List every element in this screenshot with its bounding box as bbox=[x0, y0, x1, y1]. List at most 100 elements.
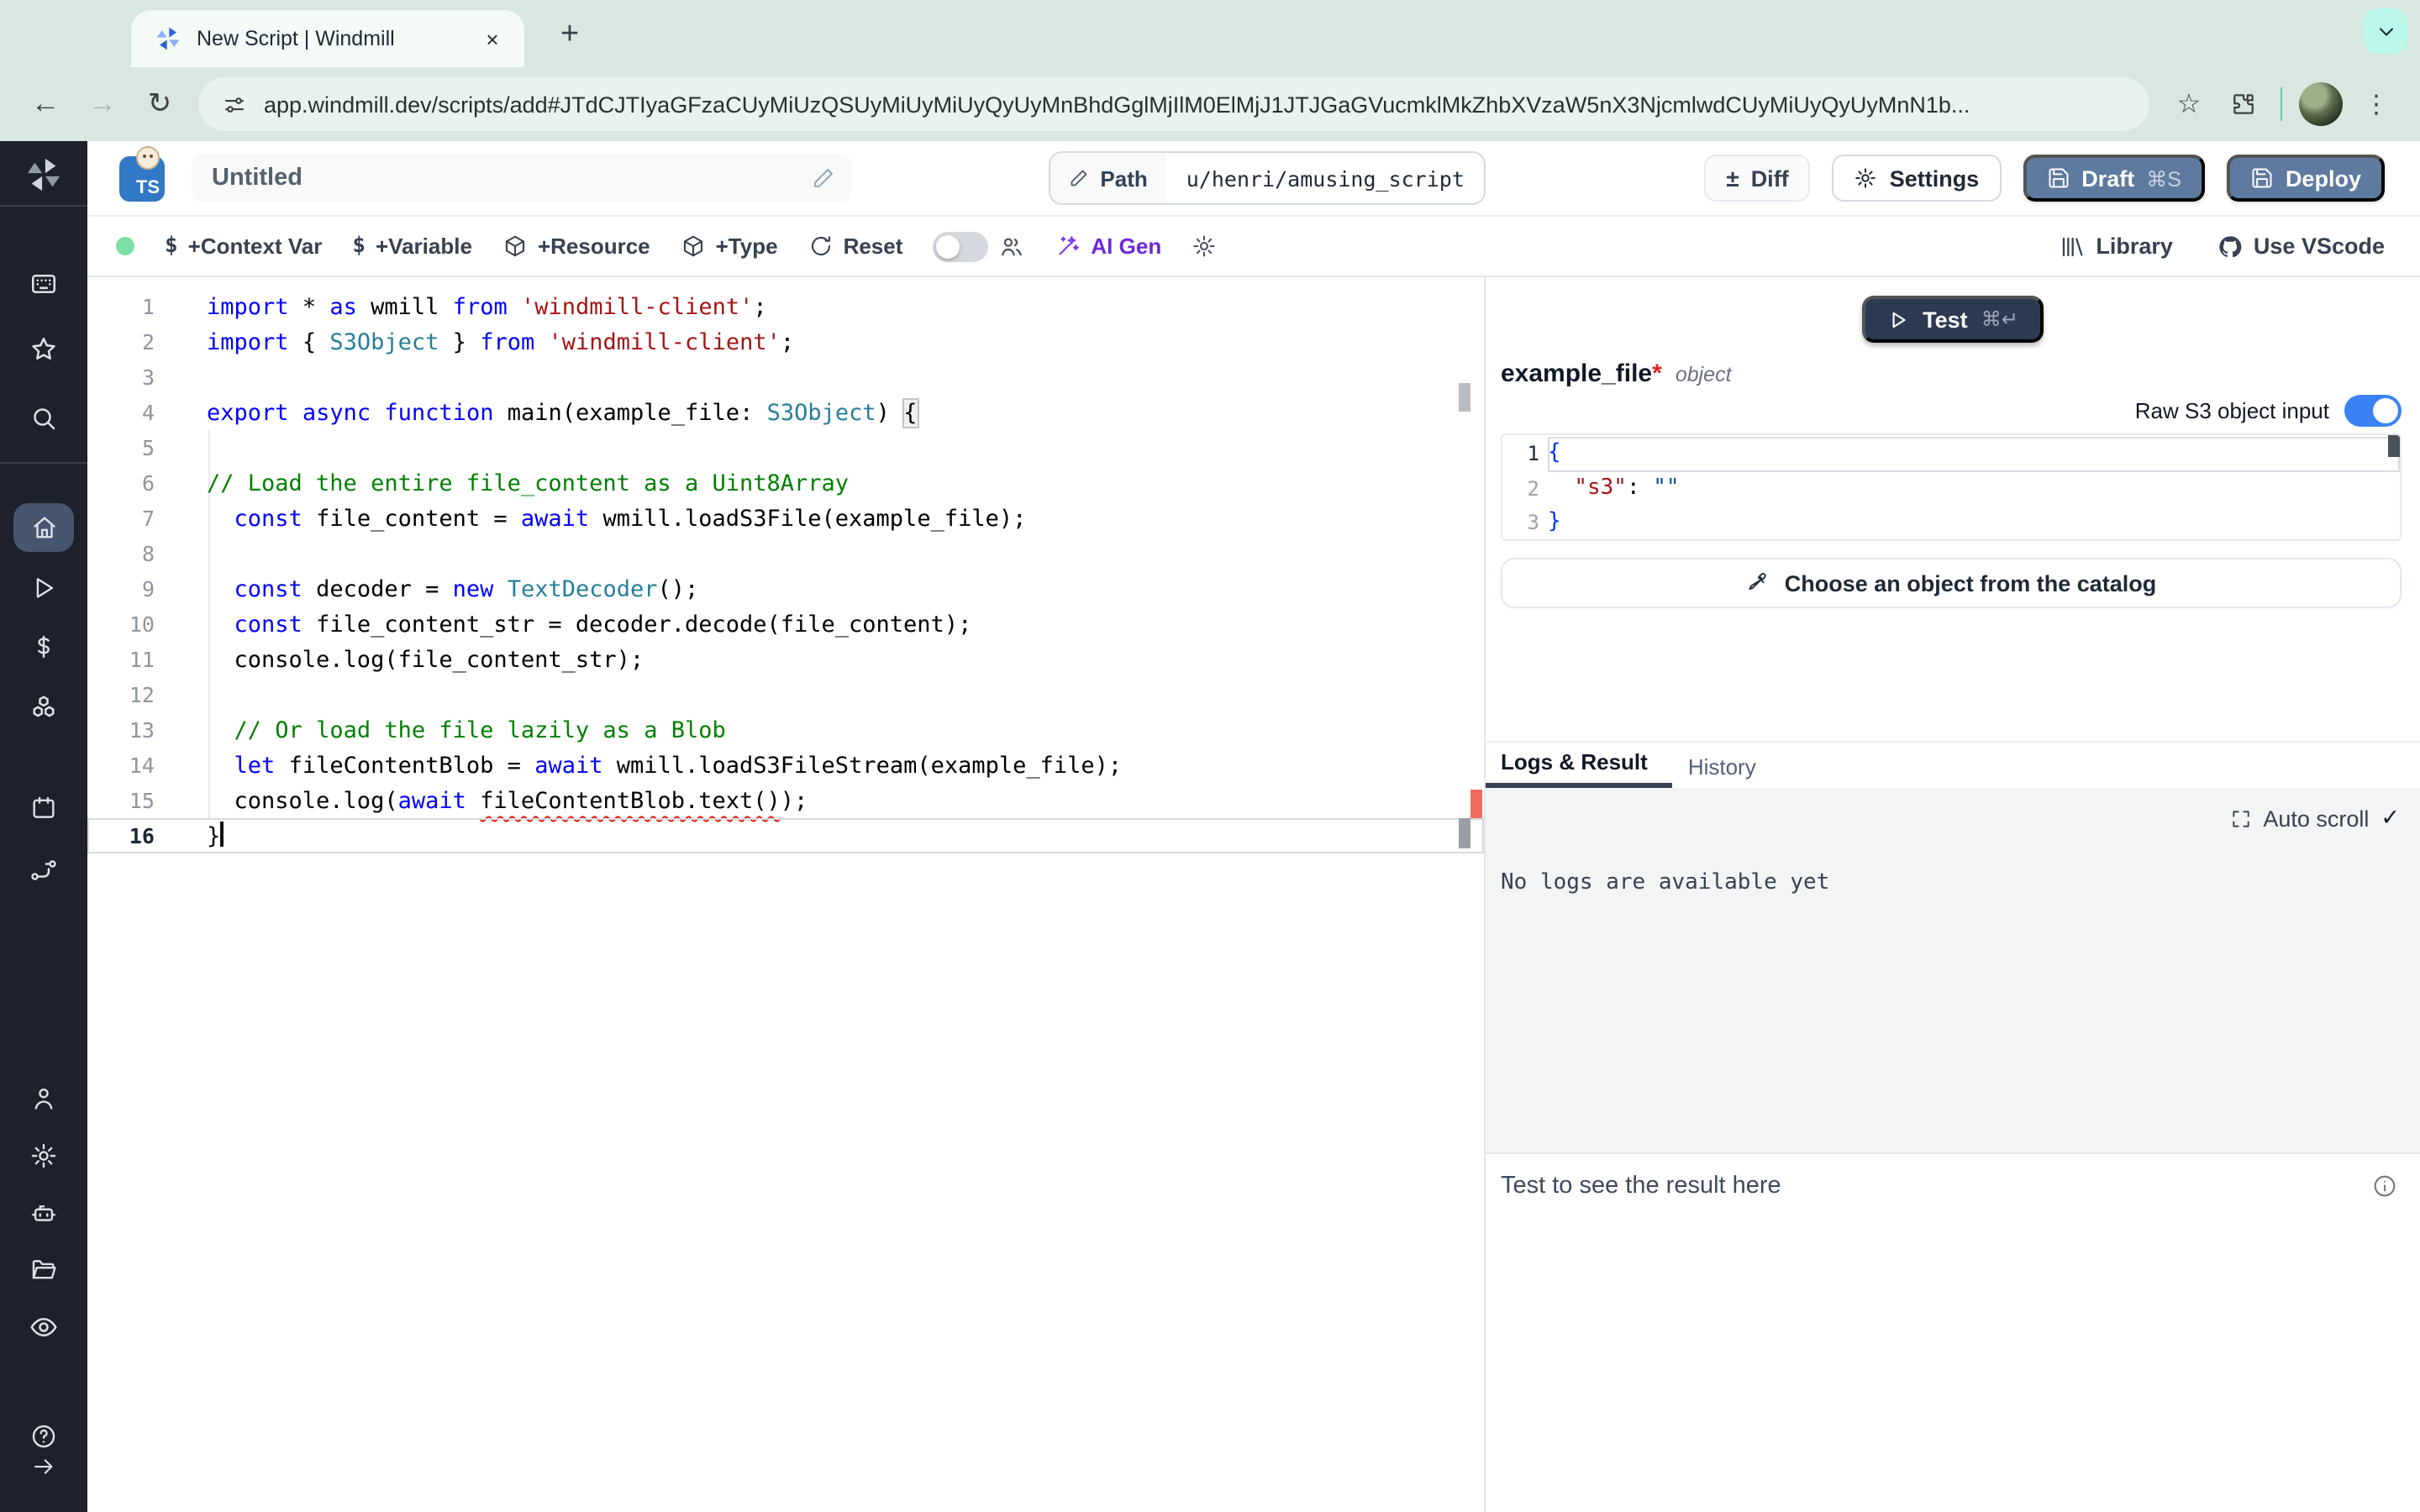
sidebar-item-workers[interactable] bbox=[29, 1199, 58, 1227]
home-icon bbox=[29, 513, 58, 542]
add-resource-button[interactable]: +Resource bbox=[502, 234, 650, 259]
bun-runtime-icon bbox=[136, 145, 160, 169]
expand-icon[interactable] bbox=[2229, 807, 2251, 829]
code-line[interactable]: 3} bbox=[1502, 506, 2400, 540]
code-line[interactable]: 11 console.log(file_content_str); bbox=[87, 642, 1484, 677]
github-icon bbox=[2217, 233, 2244, 260]
address-bar[interactable]: app.windmill.dev/scripts/add#JTdCJTIyaGF… bbox=[198, 77, 2149, 131]
line-number: 14 bbox=[87, 748, 155, 783]
extensions-icon[interactable] bbox=[2219, 81, 2266, 128]
code-line[interactable]: 6// Load the entire file_content as a Ui… bbox=[87, 465, 1484, 501]
code-line[interactable]: 10 const file_content_str = decoder.deco… bbox=[87, 606, 1484, 642]
use-vscode-button[interactable]: Use VScode bbox=[2217, 233, 2385, 260]
help-icon[interactable] bbox=[29, 1422, 58, 1451]
settings-button[interactable]: Settings bbox=[1833, 155, 2002, 202]
code-line[interactable]: 8 bbox=[87, 536, 1484, 571]
library-icon bbox=[2059, 233, 2086, 260]
browser-tab[interactable]: New Script | Windmill × bbox=[131, 10, 524, 67]
multiplayer-toggle[interactable] bbox=[933, 231, 1025, 261]
back-button[interactable]: ← bbox=[22, 81, 69, 128]
code-line[interactable]: 1import * as wmill from 'windmill-client… bbox=[87, 289, 1484, 324]
code-line[interactable]: 14 let fileContentBlob = await wmill.loa… bbox=[87, 748, 1484, 783]
library-button[interactable]: Library bbox=[2059, 233, 2173, 260]
code-line[interactable]: 16} bbox=[87, 818, 1484, 853]
search-icon[interactable] bbox=[29, 403, 59, 433]
add-variable-button[interactable]: $ +Variable bbox=[352, 234, 472, 259]
sidebar-item-apps[interactable] bbox=[29, 269, 59, 299]
toggle-off[interactable] bbox=[933, 231, 988, 261]
reset-button[interactable]: Reset bbox=[808, 234, 903, 259]
raw-s3-toggle[interactable] bbox=[2344, 395, 2402, 427]
test-button[interactable]: Test ⌘↵ bbox=[1862, 296, 2044, 343]
diff-button[interactable]: ± Diff bbox=[1704, 155, 1810, 202]
code-line[interactable]: 5 bbox=[87, 430, 1484, 465]
forward-button[interactable]: → bbox=[79, 81, 126, 128]
new-tab-button[interactable]: + bbox=[548, 13, 592, 57]
sidebar-item-settings[interactable] bbox=[29, 1142, 58, 1170]
sidebar-item-variables[interactable] bbox=[29, 633, 58, 661]
tab-close-icon[interactable]: × bbox=[477, 24, 508, 54]
profile-avatar[interactable] bbox=[2299, 82, 2343, 126]
dollar-icon: $ bbox=[165, 234, 178, 259]
reload-button[interactable]: ↻ bbox=[136, 81, 183, 128]
sidebar-item-favorites[interactable] bbox=[29, 334, 59, 365]
code-editor[interactable]: 1import * as wmill from 'windmill-client… bbox=[87, 277, 1484, 1512]
code-line[interactable]: 3 bbox=[87, 360, 1484, 395]
sidebar-item-audit[interactable] bbox=[29, 1312, 59, 1342]
chevron-down-icon bbox=[2374, 19, 2397, 43]
code-line[interactable]: 12 bbox=[87, 677, 1484, 712]
line-number: 12 bbox=[87, 677, 155, 712]
code-line[interactable]: 4export async function main(example_file… bbox=[87, 395, 1484, 430]
sidebar-item-folders[interactable] bbox=[29, 1256, 58, 1284]
deploy-button[interactable]: Deploy bbox=[2227, 155, 2385, 202]
result-area: Test to see the result here bbox=[1486, 1152, 2420, 1512]
browser-chrome: New Script | Windmill × + ← → ↻ app.wind… bbox=[0, 0, 2420, 141]
code-line[interactable]: 15 console.log(await fileContentBlob.tex… bbox=[87, 783, 1484, 818]
windmill-logo-icon[interactable] bbox=[24, 155, 63, 194]
code-line[interactable]: 2import { S3Object } from 'windmill-clie… bbox=[87, 324, 1484, 360]
draft-button[interactable]: Draft ⌘S bbox=[2023, 155, 2205, 202]
code-line[interactable]: 7 const file_content = await wmill.loadS… bbox=[87, 501, 1484, 536]
sidebar-item-resources[interactable] bbox=[29, 694, 59, 724]
sidebar bbox=[0, 141, 87, 1512]
code-line[interactable]: 2 "s3": "" bbox=[1502, 471, 2400, 506]
line-number: 6 bbox=[87, 465, 155, 501]
tab-history[interactable]: History bbox=[1678, 754, 1781, 788]
script-name-field[interactable]: Untitled bbox=[192, 155, 852, 202]
choose-object-button[interactable]: Choose an object from the catalog bbox=[1501, 558, 2402, 608]
sidebar-item-runs[interactable] bbox=[29, 574, 58, 602]
browser-menu-icon[interactable]: ⋮ bbox=[2353, 81, 2400, 128]
expand-sidebar-icon[interactable] bbox=[31, 1454, 56, 1479]
info-icon[interactable] bbox=[2371, 1173, 2398, 1200]
json-lines[interactable]: 1{2 "s3": ""3} bbox=[1502, 437, 2400, 540]
site-settings-icon[interactable] bbox=[222, 92, 247, 117]
code-lines[interactable]: 1import * as wmill from 'windmill-client… bbox=[87, 289, 1484, 853]
line-number: 3 bbox=[87, 360, 155, 395]
add-type-button[interactable]: +Type bbox=[681, 234, 778, 259]
dollar-icon: $ bbox=[352, 234, 366, 259]
sidebar-item-flows[interactable] bbox=[29, 855, 59, 885]
auto-scroll-label[interactable]: Auto scroll bbox=[2263, 806, 2369, 831]
path-field[interactable]: Path u/henri/amusing_script bbox=[1048, 151, 1486, 205]
code-line[interactable]: 13 // Or load the file lazily as a Blob bbox=[87, 712, 1484, 748]
add-context-var-button[interactable]: $ +Context Var bbox=[165, 234, 322, 259]
tab-title: New Script | Windmill bbox=[197, 27, 477, 50]
code-line[interactable]: 9 const decoder = new TextDecoder(); bbox=[87, 571, 1484, 606]
editor-scrollbar-thumb[interactable] bbox=[1459, 383, 1470, 412]
json-scrollbar-thumb[interactable] bbox=[2388, 435, 2400, 457]
edit-pencil-icon[interactable] bbox=[812, 166, 835, 190]
tab-search-button[interactable] bbox=[2363, 8, 2408, 54]
bookmark-star-icon[interactable]: ☆ bbox=[2165, 81, 2212, 128]
raw-json-editor[interactable]: 1{2 "s3": ""3} bbox=[1501, 433, 2402, 541]
tab-logs-result[interactable]: Logs & Result bbox=[1486, 749, 1673, 788]
ai-gen-button[interactable]: AI Gen bbox=[1055, 234, 1161, 259]
sidebar-item-user[interactable] bbox=[29, 1084, 58, 1113]
code-line[interactable]: 1{ bbox=[1502, 437, 2400, 471]
sidebar-item-schedules[interactable] bbox=[29, 794, 58, 822]
save-icon bbox=[2046, 166, 2070, 190]
line-number: 16 bbox=[87, 818, 155, 853]
sidebar-item-home[interactable] bbox=[13, 503, 74, 552]
edit-pencil-icon bbox=[1068, 168, 1088, 188]
editor-settings-button[interactable] bbox=[1192, 234, 1217, 259]
wand-icon bbox=[1055, 234, 1081, 259]
